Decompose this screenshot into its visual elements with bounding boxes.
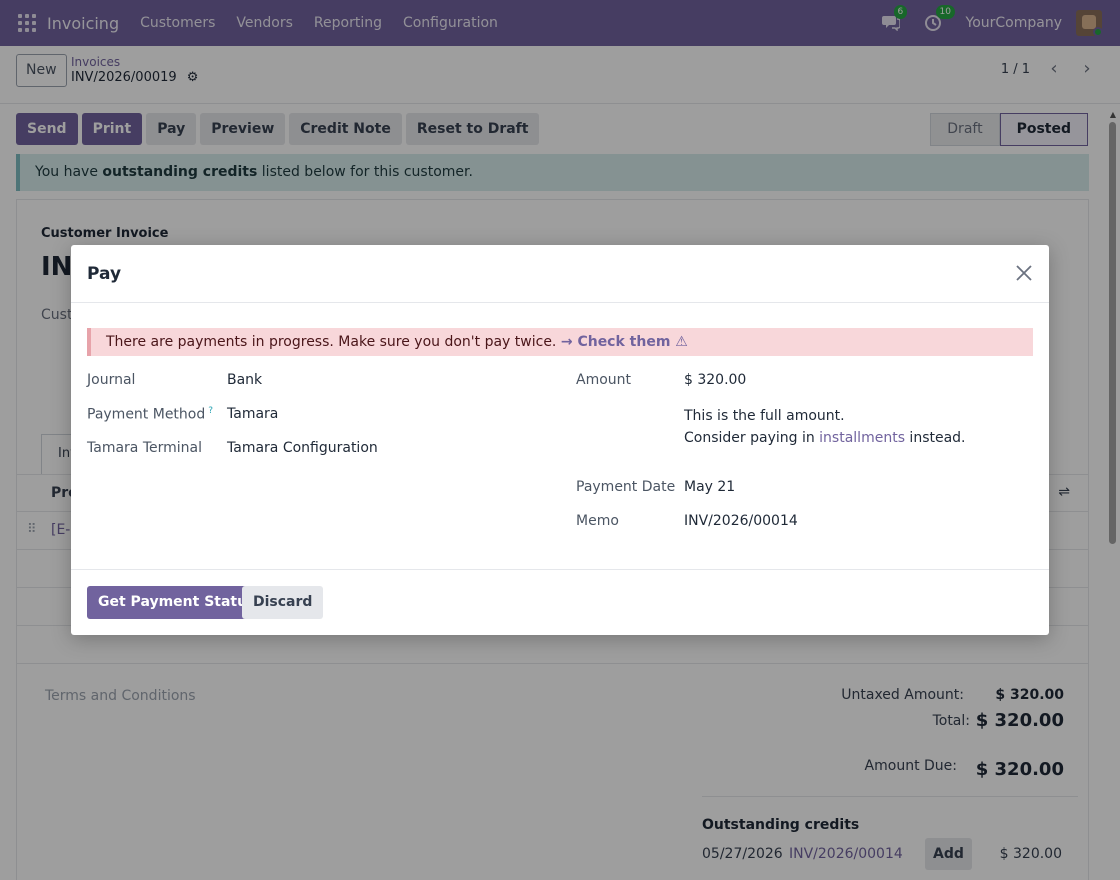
- close-icon[interactable]: [1013, 262, 1035, 284]
- check-them-link[interactable]: → Check them ⚠: [561, 334, 688, 350]
- dialog-header: Pay: [71, 245, 1049, 303]
- discard-button[interactable]: Discard: [242, 586, 324, 619]
- payments-in-progress-alert: There are payments in progress. Make sur…: [87, 328, 1033, 356]
- payment-method-label-text: Payment Method: [87, 406, 206, 423]
- note-text: Consider paying in: [684, 430, 820, 446]
- journal-label: Journal: [87, 372, 136, 388]
- terminal-label: Tamara Terminal: [87, 440, 202, 456]
- full-amount-note: This is the full amount. Consider paying…: [684, 405, 966, 449]
- warning-text: There are payments in progress. Make sur…: [106, 334, 557, 350]
- note-line-2: Consider paying in installments instead.: [684, 427, 966, 449]
- payment-date-field[interactable]: May 21: [684, 479, 735, 495]
- amount-label: Amount: [576, 372, 632, 388]
- installments-link[interactable]: installments: [819, 430, 905, 446]
- check-them-label[interactable]: → Check them: [561, 334, 671, 350]
- payment-date-label: Payment Date: [576, 479, 676, 495]
- pay-dialog: Pay There are payments in progress. Make…: [71, 245, 1049, 635]
- get-payment-status-button[interactable]: Get Payment Status: [87, 586, 267, 619]
- dialog-title: Pay: [87, 264, 122, 284]
- amount-field[interactable]: $ 320.00: [684, 372, 746, 388]
- memo-field[interactable]: INV/2026/00014: [684, 513, 798, 529]
- note-line-1: This is the full amount.: [684, 408, 845, 424]
- journal-field[interactable]: Bank: [227, 372, 262, 388]
- terminal-field[interactable]: Tamara Configuration: [227, 440, 378, 456]
- payment-method-label: Payment Method?: [87, 406, 213, 423]
- warning-icon: ⚠: [675, 334, 688, 350]
- payment-method-field[interactable]: Tamara: [227, 406, 278, 422]
- note-text-end: instead.: [904, 430, 966, 446]
- memo-label: Memo: [576, 513, 619, 529]
- dialog-footer: Get Payment Status Discard: [71, 569, 1049, 635]
- help-tooltip-icon[interactable]: ?: [208, 406, 213, 416]
